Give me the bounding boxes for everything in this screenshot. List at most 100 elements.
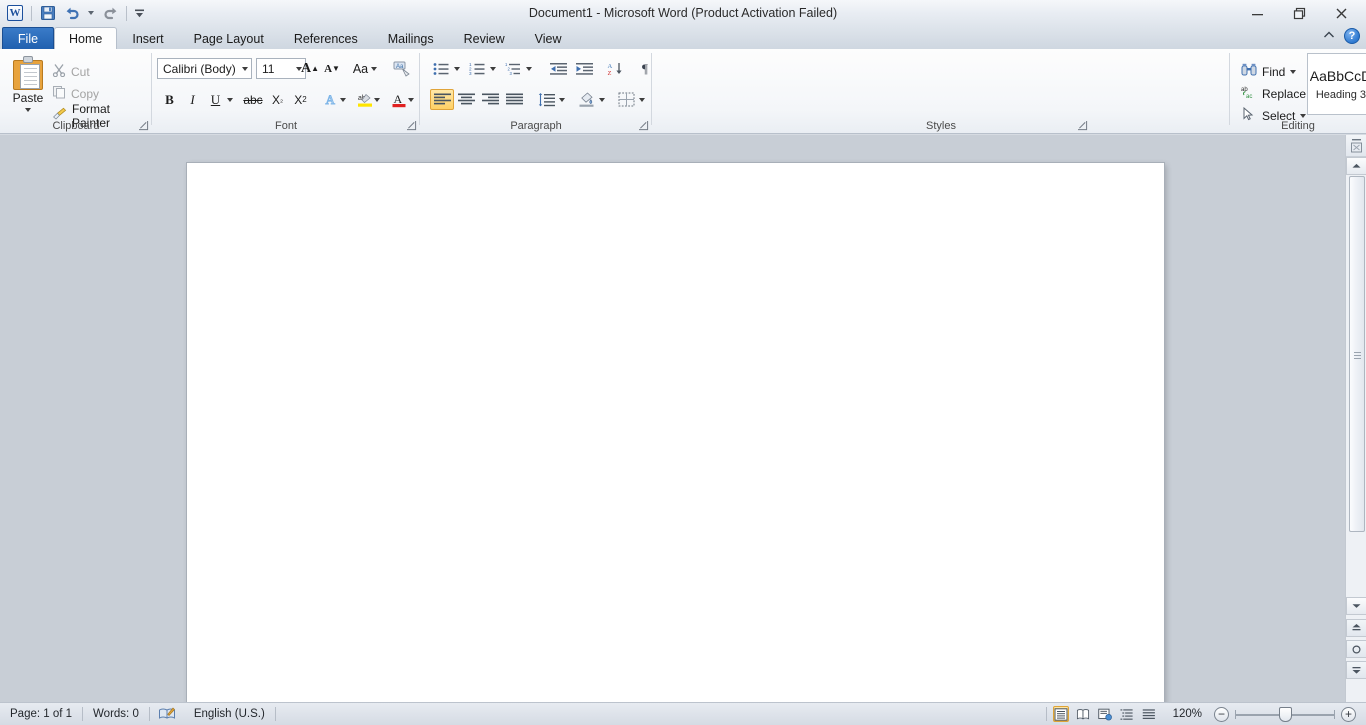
line-spacing-button[interactable]	[535, 89, 567, 110]
document-page[interactable]	[187, 163, 1164, 710]
status-right-controls: 120% − +	[1046, 703, 1366, 725]
zoom-level[interactable]: 120%	[1163, 703, 1208, 725]
bullets-button[interactable]	[430, 58, 462, 79]
proofing-errors-icon	[158, 706, 176, 722]
paste-button[interactable]: Paste	[6, 53, 50, 121]
shading-button[interactable]	[575, 89, 607, 110]
shrink-font-button[interactable]: A▼	[321, 58, 343, 79]
language-indicator[interactable]: English (U.S.)	[184, 703, 275, 725]
svg-text:3: 3	[509, 71, 512, 76]
svg-text:Z: Z	[607, 70, 611, 76]
window-title: Document1 - Microsoft Word (Product Acti…	[0, 0, 1366, 26]
multilevel-list-button[interactable]: 1 2 3	[502, 58, 534, 79]
view-full-screen-reading-button[interactable]	[1075, 706, 1091, 722]
align-right-button[interactable]	[478, 89, 502, 110]
ribbon-right-controls: ?	[1322, 28, 1360, 44]
zoom-slider[interactable]	[1235, 706, 1335, 722]
tab-file[interactable]: File	[2, 27, 54, 50]
word-count[interactable]: Words: 0	[83, 703, 149, 725]
tab-page-layout[interactable]: Page Layout	[179, 27, 279, 50]
minimize-ribbon-icon[interactable]	[1322, 29, 1336, 44]
zoom-out-button[interactable]: −	[1214, 707, 1229, 722]
view-draft-button[interactable]	[1141, 706, 1157, 722]
sort-button[interactable]: A Z	[603, 58, 627, 79]
restore-button[interactable]	[1278, 1, 1320, 25]
find-dropdown-icon[interactable]	[1290, 70, 1296, 74]
font-color-dropdown-icon[interactable]	[405, 89, 417, 110]
cut-label: Cut	[71, 65, 90, 79]
view-outline-button[interactable]	[1119, 706, 1135, 722]
redo-icon[interactable]	[99, 3, 121, 24]
bold-button[interactable]: B	[158, 89, 181, 110]
font-name-combo[interactable]: Calibri (Body)	[157, 58, 252, 79]
ribbon: Paste Cut	[0, 49, 1366, 134]
align-center-button[interactable]	[454, 89, 478, 110]
tab-mailings[interactable]: Mailings	[373, 27, 449, 50]
underline-dropdown-icon[interactable]	[224, 89, 236, 110]
scroll-down-button[interactable]	[1346, 597, 1366, 615]
group-label-editing: Editing	[1230, 120, 1366, 132]
highlight-dropdown-icon[interactable]	[371, 89, 383, 110]
borders-button[interactable]	[615, 89, 647, 110]
increase-indent-button[interactable]	[572, 58, 596, 79]
find-button[interactable]: Find	[1238, 61, 1299, 82]
replace-icon: ab ac	[1241, 85, 1257, 102]
font-size-value: 11	[262, 62, 274, 76]
italic-button[interactable]: I	[181, 89, 204, 110]
subscript-button[interactable]: X₂	[266, 89, 289, 110]
view-print-layout-button[interactable]	[1053, 706, 1069, 722]
text-effects-dropdown-icon[interactable]	[337, 89, 349, 110]
document-canvas[interactable]	[0, 135, 1345, 702]
binoculars-icon	[1241, 63, 1257, 80]
chevron-down-icon[interactable]	[242, 67, 248, 71]
paste-dropdown-icon[interactable]	[25, 108, 31, 112]
group-clipboard: Paste Cut	[0, 49, 152, 134]
scissors-icon	[52, 63, 66, 80]
help-icon[interactable]: ?	[1344, 28, 1360, 44]
change-case-button[interactable]: Aa	[349, 58, 381, 79]
svg-text:A: A	[607, 63, 612, 70]
styles-dialog-launcher[interactable]	[1077, 120, 1088, 131]
copy-label: Copy	[71, 87, 99, 101]
status-divider-4	[1046, 707, 1047, 721]
zoom-in-button[interactable]: +	[1341, 707, 1356, 722]
select-browse-object-button[interactable]	[1346, 640, 1366, 658]
vertical-scrollbar[interactable]	[1345, 135, 1366, 702]
close-button[interactable]	[1320, 1, 1362, 25]
tab-review[interactable]: Review	[449, 27, 520, 50]
zoom-slider-thumb[interactable]	[1279, 707, 1292, 722]
align-left-button[interactable]	[430, 89, 454, 110]
scroll-thumb[interactable]	[1349, 176, 1365, 532]
previous-page-button[interactable]	[1346, 619, 1366, 637]
font-dialog-launcher[interactable]	[406, 120, 417, 131]
select-dropdown-icon[interactable]	[1300, 114, 1306, 118]
scroll-grip-icon	[1354, 352, 1361, 359]
undo-icon[interactable]	[61, 3, 83, 24]
undo-dropdown-icon[interactable]	[85, 3, 97, 24]
group-styles: AaBbCcDc Heading 31 AaBbCcDc ¶ Normal Aa…	[652, 49, 1230, 134]
tab-home[interactable]: Home	[54, 27, 117, 50]
next-page-button[interactable]	[1346, 661, 1366, 679]
scroll-track[interactable]	[1346, 135, 1366, 702]
numbering-button[interactable]: 1 2 3	[466, 58, 498, 79]
decrease-indent-button[interactable]	[546, 58, 570, 79]
save-icon[interactable]	[37, 3, 59, 24]
page-indicator[interactable]: Page: 1 of 1	[0, 703, 82, 725]
tab-view[interactable]: View	[520, 27, 577, 50]
tab-insert[interactable]: Insert	[117, 27, 178, 50]
clear-formatting-button[interactable]: Aa	[390, 58, 413, 79]
strikethrough-button[interactable]: abc	[240, 89, 266, 110]
grow-font-button[interactable]: A▲	[299, 58, 321, 79]
paragraph-dialog-launcher[interactable]	[638, 120, 649, 131]
proofing-status-button[interactable]	[150, 703, 184, 725]
clipboard-dialog-launcher[interactable]	[138, 120, 149, 131]
superscript-button[interactable]: X2	[289, 89, 312, 110]
replace-button[interactable]: ab ac Replace	[1238, 83, 1309, 104]
view-web-layout-button[interactable]	[1097, 706, 1113, 722]
word-app-logo[interactable]: W	[4, 3, 26, 24]
tab-references[interactable]: References	[279, 27, 373, 50]
minimize-button[interactable]	[1236, 1, 1278, 25]
cut-button[interactable]: Cut	[48, 61, 94, 82]
customize-qat-icon[interactable]	[132, 3, 146, 24]
justify-button[interactable]	[502, 89, 526, 110]
